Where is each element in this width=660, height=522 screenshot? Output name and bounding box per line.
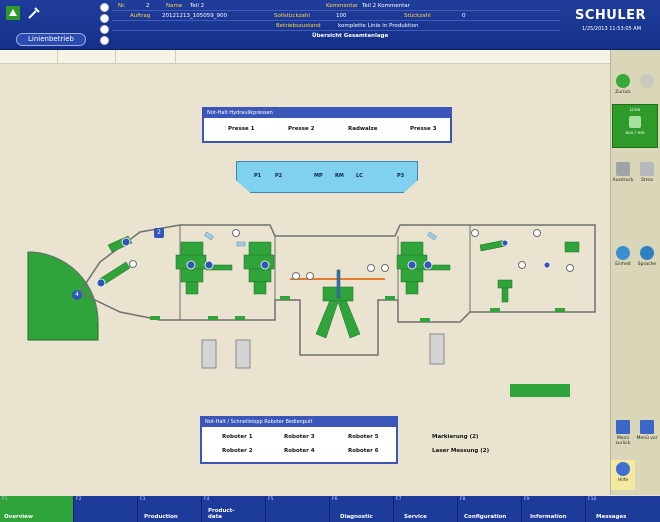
fkey-number: F7 [396,497,402,502]
robot-item[interactable]: Roboter 2 [222,448,253,454]
robot-estop-panel: Not-Halt / Schnellstopp Roboter Bedienpu… [200,416,398,464]
robot-item[interactable]: Roboter 6 [348,448,379,454]
fkey-f2[interactable]: F2 [74,496,138,522]
fkey-product-data[interactable]: F4 Product- data [202,496,266,522]
fkey-configuration[interactable]: F8 Configuration [458,496,522,522]
fkey-information[interactable]: F9 Information [522,496,586,522]
marking-label: Markierung (2) [432,434,479,440]
fkey-label: Product- data [208,508,235,520]
fkey-number: F9 [524,497,530,502]
fkey-overview[interactable]: F1 Overview [0,496,74,522]
panel-title: Not-Halt / Schnellstopp Roboter Bedienpu… [202,418,396,427]
fkey-number: F6 [332,497,338,502]
robot-item[interactable]: Roboter 3 [284,434,315,440]
fkey-number: F4 [204,497,210,502]
fkey-service[interactable]: F7 Service [394,496,458,522]
marker-2[interactable]: 2 [154,228,164,238]
fkey-messages[interactable]: F10 Messages [586,496,660,522]
main-press-transfer [315,269,361,339]
fkey-number: F3 [140,497,146,502]
fkey-label: Configuration [464,514,507,520]
hmi-screen: Linienbetrieb Nr. 2 Name Teil 2 Kommenta… [0,0,660,522]
fkey-diagnostic[interactable]: F6 Diagnostic [330,496,394,522]
robot-item[interactable]: Roboter 4 [284,448,315,454]
status-indicator [510,384,570,397]
fkey-label: Messages [596,514,627,520]
laser-measure-label: Laser Messung (2) [432,448,490,454]
fkey-f5[interactable]: F5 [266,496,330,522]
fkey-number: F1 [2,497,8,502]
fkey-label: Service [404,514,427,520]
press-p2 [243,241,275,295]
robot-item[interactable]: Roboter 1 [222,434,253,440]
storage-cylinders [201,333,445,369]
fkey-production[interactable]: F3 Production [138,496,202,522]
function-key-bar: F1 Overview F2 F3 Production F4 Product-… [0,496,660,522]
marker-4[interactable]: 4 [72,290,82,300]
fkey-number: F8 [460,497,466,502]
fkey-number: F5 [268,497,274,502]
fkey-label: Overview [4,514,33,520]
robot-item[interactable]: Roboter 5 [348,434,379,440]
fkey-label: Diagnostic [340,514,373,520]
fkey-label: Information [530,514,567,520]
fkey-number: F10 [588,497,597,502]
fkey-number: F2 [76,497,82,502]
fkey-label: Production [144,514,178,520]
